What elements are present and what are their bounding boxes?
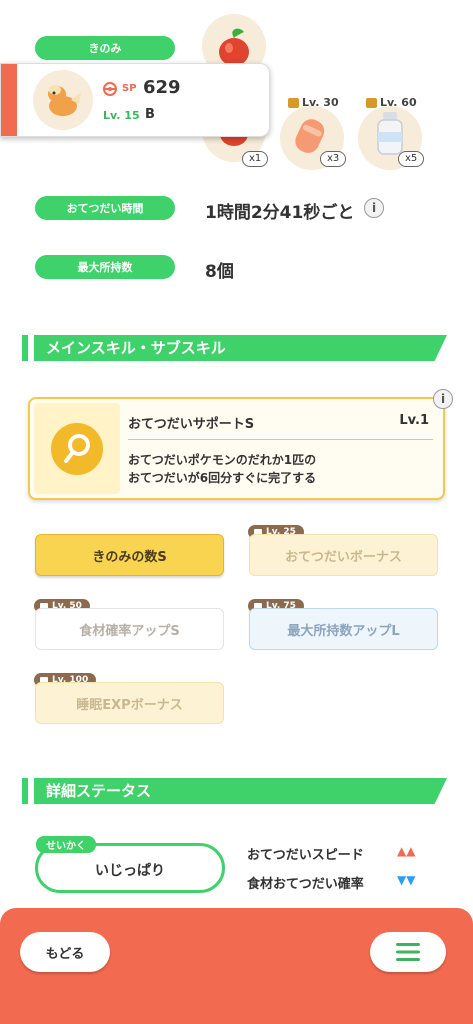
max-carry-label: 最大所持数 — [35, 255, 175, 279]
avatar — [33, 70, 93, 130]
footer-bar: もどる — [0, 908, 473, 1024]
ingredient-item-2[interactable]: Lv. 30 x3 — [278, 96, 350, 170]
sub-skill-berry-s[interactable]: きのみの数S — [35, 534, 224, 576]
berry-label: きのみ — [35, 36, 175, 60]
skills-section-header: メインスキル・サブスキル — [22, 335, 447, 361]
nature-up-arrows: ▲▲ — [397, 844, 416, 858]
nature-up-label: おてつだいスピード — [247, 848, 364, 863]
ingredient-count: x5 — [398, 151, 425, 167]
nature-down-label: 食材おてつだい確率 — [247, 877, 364, 892]
pokeball-icon — [103, 82, 117, 96]
skill-icon-box — [34, 403, 120, 494]
section-title: 詳細ステータス — [34, 778, 447, 804]
level-text: Lv. 15 — [103, 109, 140, 122]
details-section-header: 詳細ステータス — [22, 778, 447, 804]
help-time-value: 1時間2分41秒ごと — [205, 203, 355, 223]
main-skill-description: おてつだいポケモンのだれか1匹の おてつだいが6回分すぐに完了する — [128, 453, 317, 485]
menu-button[interactable] — [370, 932, 446, 972]
sp-value: 629 — [143, 77, 181, 98]
magnifier-icon — [51, 423, 103, 475]
sub-skill-ingredient-finder-s[interactable]: 食材確率アップS — [35, 608, 224, 650]
help-time-label: おてつだい時間 — [35, 196, 175, 220]
ingredient-count: x3 — [320, 151, 347, 167]
sp-label: SP — [122, 83, 137, 94]
lock-icon — [366, 97, 377, 108]
sub-skill-inventory-up-l[interactable]: 最大所持数アップL — [249, 608, 438, 650]
nature-down-arrows: ▼▼ — [397, 873, 416, 887]
lock-icon — [288, 97, 299, 108]
info-icon[interactable]: i — [433, 389, 453, 409]
nature-name: いじっぱり — [95, 863, 165, 879]
nature-box[interactable]: せいかく いじっぱり — [35, 836, 225, 893]
main-skill-level: Lv.1 — [399, 413, 429, 428]
ingredient-item-3[interactable]: Lv. 60 x5 — [356, 96, 428, 170]
divider — [128, 439, 433, 440]
nature-tag: せいかく — [36, 836, 96, 853]
sub-skill-sleep-exp-bonus[interactable]: 睡眠EXPボーナス — [35, 682, 224, 724]
main-skill-name: おてつだいサポートS — [128, 417, 255, 432]
back-button[interactable]: もどる — [20, 932, 110, 972]
info-icon[interactable]: i — [364, 198, 384, 218]
pokemon-popup[interactable]: SP 629 Lv. 15 B — [0, 63, 270, 137]
ingredient-count: x1 — [242, 151, 269, 167]
section-title: メインスキル・サブスキル — [34, 335, 447, 361]
sub-skill-help-bonus[interactable]: おてつだいボーナス — [249, 534, 438, 576]
grade-text: B — [145, 107, 155, 122]
popup-accent — [1, 64, 17, 136]
main-skill-card[interactable]: おてつだいサポートS Lv.1 おてつだいポケモンのだれか1匹の おてつだいが6… — [28, 389, 453, 500]
max-carry-value: 8個 — [205, 262, 234, 282]
hamburger-icon — [396, 943, 420, 961]
